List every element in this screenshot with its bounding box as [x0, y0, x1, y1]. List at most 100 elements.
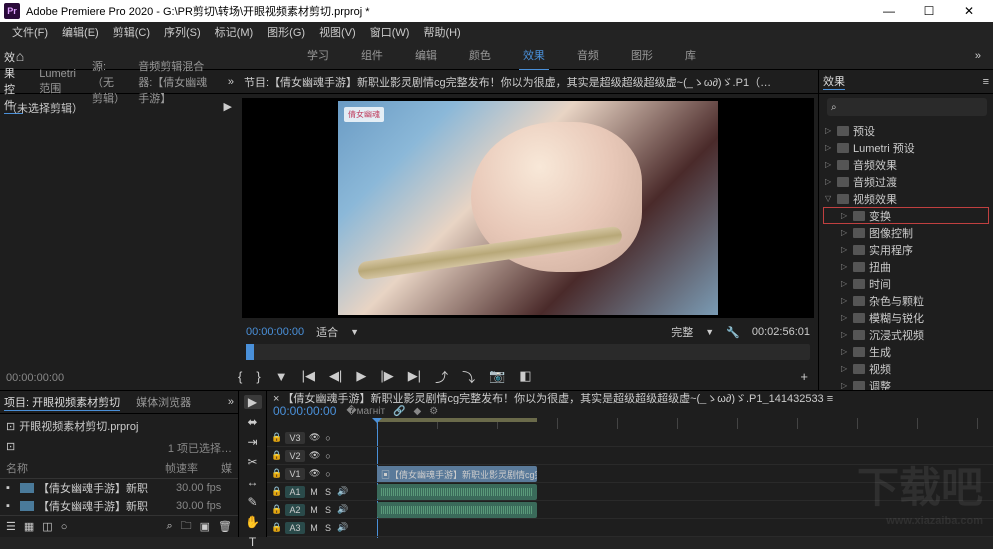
menu-item[interactable]: 图形(G)	[261, 24, 311, 40]
video-clip[interactable]: ▣【倩女幽魂手游】新职业影灵剧情cg完整	[377, 466, 537, 482]
project-item[interactable]: ▪【倩女幽魂手游】新职30.00 fps	[0, 479, 238, 497]
effects-tree-item[interactable]: ▷Lumetri 预设	[823, 139, 989, 156]
resolution-full[interactable]: 完整	[671, 324, 693, 340]
effects-tree-item[interactable]: ▷图像控制	[823, 224, 989, 241]
project-breadcrumb[interactable]: 开眼视频素材剪切.prproj	[19, 418, 138, 434]
program-viewer[interactable]: 倩女幽魂	[242, 98, 814, 318]
effects-search[interactable]: ⌕	[827, 98, 987, 116]
extract-button[interactable]: ⤵	[462, 367, 475, 386]
audio-track-header[interactable]: 🔒A1MS🔊	[267, 483, 377, 501]
new-item-icon[interactable]: ▣	[200, 520, 210, 533]
workspace-tab[interactable]: 组件	[357, 41, 387, 71]
project-item[interactable]: ▪【倩女幽魂手游】新职30.00 fps	[0, 497, 238, 515]
effects-tree-item[interactable]: ▷实用程序	[823, 241, 989, 258]
workspace-tab[interactable]: 库	[681, 41, 700, 71]
program-scrubber[interactable]	[246, 344, 810, 360]
selection-tool[interactable]: ▶	[244, 395, 262, 409]
menu-item[interactable]: 窗口(W)	[364, 24, 416, 40]
mark-in-button[interactable]: {	[238, 369, 242, 384]
panel-menu-icon[interactable]: ≡	[983, 76, 989, 88]
video-track[interactable]	[377, 447, 993, 465]
audio-track[interactable]	[377, 501, 993, 519]
trash-icon[interactable]: 🗑	[218, 520, 232, 533]
menu-item[interactable]: 帮助(H)	[417, 24, 466, 40]
zoom-slider[interactable]: ○	[61, 521, 68, 533]
step-forward-button[interactable]: |▶	[380, 368, 393, 384]
video-track-header[interactable]: 🔒V2👁○	[267, 447, 377, 465]
snap-icon[interactable]: �магніт	[346, 406, 385, 417]
button-editor[interactable]: +	[800, 369, 808, 384]
track-select-tool[interactable]: ⬌	[244, 415, 262, 429]
find-icon[interactable]: ⌕	[166, 520, 172, 533]
effects-tree-item[interactable]: ▷沉浸式视频	[823, 326, 989, 343]
effects-tree-item[interactable]: ▷音频过渡	[823, 173, 989, 190]
hand-tool[interactable]: ✋	[244, 515, 262, 529]
audio-clip[interactable]	[377, 484, 537, 500]
audio-track[interactable]	[377, 519, 993, 537]
effects-tree-item[interactable]: ▷时间	[823, 275, 989, 292]
panel-tab[interactable]: Lumetri 范围	[39, 68, 76, 96]
maximize-button[interactable]: ☐	[909, 4, 949, 18]
slip-tool[interactable]: ↔	[244, 475, 262, 489]
program-tab[interactable]: 节目:【倩女幽魂手游】新职业影灵剧情cg完整发布！你以为很虚，其实是超级超级超级…	[238, 70, 818, 94]
workspace-tab[interactable]: 颜色	[465, 41, 495, 71]
effects-tab[interactable]: 效果	[823, 73, 845, 90]
timeline-timecode[interactable]: 00:00:00:00	[273, 404, 336, 418]
work-area-bar[interactable]	[377, 418, 537, 422]
out-timecode[interactable]: 00:02:56:01	[752, 326, 810, 338]
panel-menu-icon[interactable]: »	[228, 76, 234, 88]
effects-tree-item[interactable]: ▷预设	[823, 122, 989, 139]
mark-out-button[interactable]: }	[256, 369, 260, 384]
sequence-tab[interactable]: × 【倩女幽魂手游】新职业影灵剧情cg完整发布！你以为很虚，其实是超级超级超级虚…	[267, 391, 993, 404]
effects-search-input[interactable]	[841, 101, 983, 113]
workspace-tab[interactable]: 学习	[303, 41, 333, 71]
video-track-header[interactable]: 🔒V1👁○	[267, 465, 377, 483]
in-timecode[interactable]: 00:00:00:00	[246, 326, 304, 338]
panel-tab[interactable]: 项目: 开眼视频素材剪切	[4, 394, 120, 411]
workspace-overflow[interactable]: »	[963, 50, 993, 62]
effects-tree-item[interactable]: ▷扭曲	[823, 258, 989, 275]
workspace-tab[interactable]: 音频	[573, 41, 603, 71]
workspace-tab[interactable]: 编辑	[411, 41, 441, 71]
play-icon[interactable]: ▶	[224, 100, 232, 113]
new-bin-icon[interactable]: 🗀	[181, 517, 192, 536]
effects-tree-item[interactable]: ▷视频	[823, 360, 989, 377]
effects-tree-item[interactable]: ▷音频效果	[823, 156, 989, 173]
export-frame-button[interactable]: 📷	[489, 368, 505, 384]
menu-item[interactable]: 剪辑(C)	[107, 24, 156, 40]
freeform-view-icon[interactable]: ◫	[42, 520, 52, 533]
marker-icon[interactable]: ◆	[414, 406, 422, 417]
add-marker-button[interactable]: ▼	[275, 369, 288, 384]
wrench-icon[interactable]: 🔧	[726, 326, 740, 339]
play-button[interactable]: ▶	[356, 368, 366, 384]
effects-tree-item[interactable]: ▷调整	[823, 377, 989, 390]
video-track-header[interactable]: 🔒V3👁○	[267, 429, 377, 447]
audio-track-header[interactable]: 🔒A3MS🔊	[267, 519, 377, 537]
effects-tree-item[interactable]: ▷杂色与颗粒	[823, 292, 989, 309]
settings-icon[interactable]: ⚙	[429, 406, 438, 417]
video-track[interactable]: ▣【倩女幽魂手游】新职业影灵剧情cg完整	[377, 465, 993, 483]
menu-item[interactable]: 序列(S)	[158, 24, 207, 40]
zoom-fit[interactable]: 适合	[316, 324, 338, 340]
linked-selection-icon[interactable]: 🔗	[393, 406, 405, 417]
bin-path[interactable]: ⊡	[6, 440, 15, 456]
minimize-button[interactable]: —	[869, 4, 909, 18]
razor-tool[interactable]: ✂	[244, 455, 262, 469]
comparison-button[interactable]: ◧	[519, 368, 531, 384]
menu-item[interactable]: 标记(M)	[209, 24, 260, 40]
menu-item[interactable]: 文件(F)	[6, 24, 54, 40]
panel-tab[interactable]: 媒体浏览器	[136, 394, 191, 410]
video-track[interactable]	[377, 429, 993, 447]
panel-overflow-icon[interactable]: »	[228, 396, 234, 408]
icon-view-icon[interactable]: ▦	[24, 520, 34, 533]
audio-clip[interactable]	[377, 502, 537, 518]
effects-tree-item[interactable]: ▷变换	[823, 207, 989, 224]
menu-item[interactable]: 视图(V)	[313, 24, 362, 40]
audio-track[interactable]	[377, 483, 993, 501]
audio-track-header[interactable]: 🔒A2MS🔊	[267, 501, 377, 519]
workspace-tab[interactable]: 效果	[519, 41, 549, 71]
menu-item[interactable]: 编辑(E)	[56, 24, 105, 40]
time-ruler[interactable]	[267, 418, 993, 429]
effects-tree-item[interactable]: ▷模糊与锐化	[823, 309, 989, 326]
list-view-icon[interactable]: ☰	[6, 520, 16, 533]
